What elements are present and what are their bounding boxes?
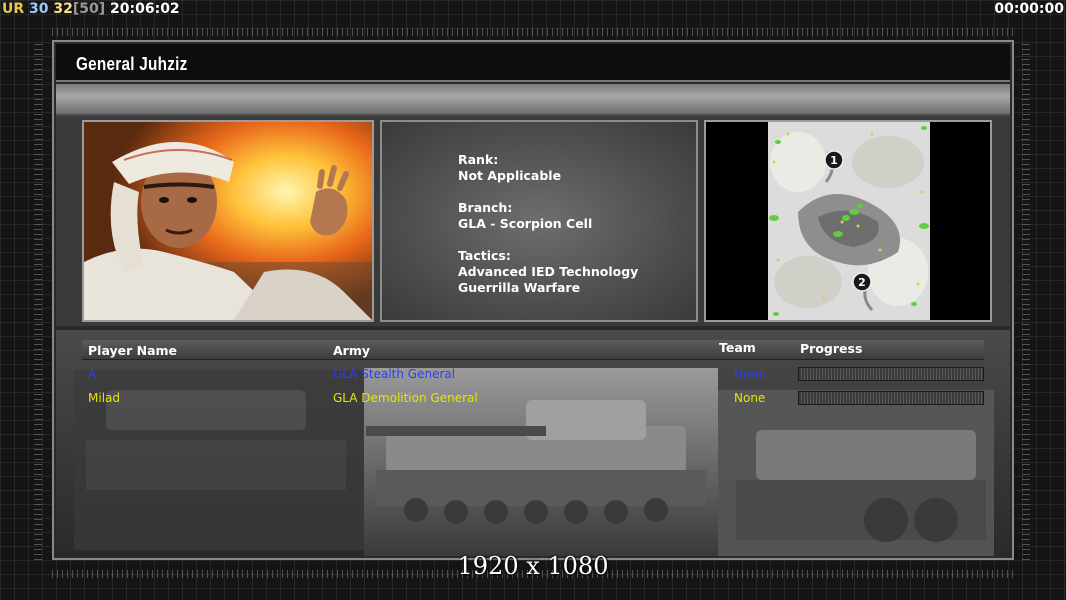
stat-value-c: [50] <box>72 1 106 17</box>
tactics-label: Tactics: <box>458 248 511 263</box>
decorative-strip <box>56 84 1010 116</box>
portrait-image <box>84 122 372 320</box>
player-name-header: Player Name <box>88 343 178 358</box>
rank-block: Rank: Not Applicable <box>458 152 638 184</box>
stat-value-a: 30 <box>29 1 49 17</box>
minimap-image: 1 2 <box>768 122 930 320</box>
stat-value-b: 32 <box>53 1 73 17</box>
start-position-2-label: 2 <box>858 276 866 289</box>
rank-value: Not Applicable <box>458 168 562 183</box>
players-area: Player Name Army Team Progress A GLA Ste… <box>56 330 1010 556</box>
ruler-left <box>34 40 42 560</box>
ruler-top <box>52 28 1014 36</box>
status-bar: UR 30 32[50] 20:06:02 00:00:00 <box>0 0 1066 18</box>
start-position-1-label: 1 <box>830 154 838 167</box>
progress-header: Progress <box>800 341 863 356</box>
start-position-2-icon: 2 <box>852 272 872 292</box>
ruler-right <box>1022 40 1030 560</box>
player-row: A GLA Stealth General None <box>82 364 984 384</box>
player-team: None <box>734 367 766 381</box>
start-position-1-icon: 1 <box>824 150 844 170</box>
clock: 20:06:02 <box>110 1 180 17</box>
player-row: Milad GLA Demolition General None <box>82 388 984 408</box>
tactic-item: Advanced IED Technology <box>458 264 639 279</box>
game-timer: 00:00:00 <box>994 1 1064 17</box>
player-progress-bar <box>798 391 984 405</box>
rank-label: Rank: <box>458 152 499 167</box>
player-army: GLA Stealth General <box>333 367 456 381</box>
player-name: Milad <box>88 391 120 405</box>
minimap: 1 2 <box>768 122 930 320</box>
fps-readout: UR 30 32[50] 20:06:02 <box>2 0 180 18</box>
player-team: None <box>734 391 766 405</box>
tactics-block: Tactics: Advanced IED Technology Guerril… <box>458 248 638 296</box>
player-army: GLA Demolition General <box>333 391 478 405</box>
branch-block: Branch: GLA - Scorpion Cell <box>458 200 638 232</box>
army-header: Army <box>333 343 371 358</box>
general-portrait <box>82 120 374 322</box>
general-title: General Juhziz <box>76 54 188 74</box>
branch-label: Branch: <box>458 200 513 215</box>
minimap-panel: 1 2 <box>704 120 992 322</box>
tactic-item: Guerrilla Warfare <box>458 280 581 295</box>
general-info-text: Rank: Not Applicable Branch: GLA - Scorp… <box>458 152 638 312</box>
general-info-panel: Rank: Not Applicable Branch: GLA - Scorp… <box>380 120 698 322</box>
general-panels: Rank: Not Applicable Branch: GLA - Scorp… <box>56 116 1010 326</box>
players-table-header: Player Name Army Team Progress <box>82 340 984 360</box>
resolution-label: 1920 x 1080 <box>457 552 609 580</box>
loading-screen-frame: General Juhziz Rank: Not Applicable Bran… <box>52 40 1014 560</box>
player-progress-bar <box>798 367 984 381</box>
title-bar: General Juhziz <box>56 44 1010 82</box>
player-name: A <box>88 367 97 381</box>
ur-label: UR <box>2 1 25 17</box>
branch-value: GLA - Scorpion Cell <box>458 216 593 231</box>
team-header: Team <box>719 340 756 355</box>
